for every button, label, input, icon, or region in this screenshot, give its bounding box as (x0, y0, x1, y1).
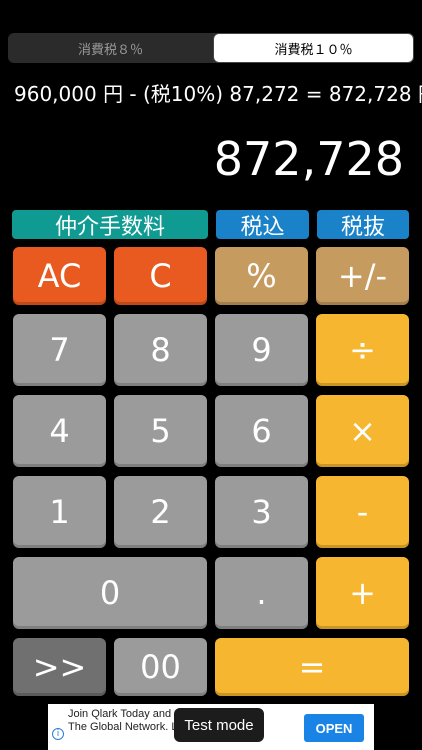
ad-open-button[interactable]: OPEN (304, 714, 364, 742)
info-icon[interactable]: i (52, 728, 64, 740)
tax-8-tab[interactable]: 消費税８％ (8, 33, 213, 63)
plus-button[interactable]: + (316, 557, 409, 629)
decimal-point-button[interactable]: . (215, 557, 308, 629)
percent-button[interactable]: % (215, 247, 308, 305)
key-5[interactable]: 5 (114, 395, 207, 467)
key-6[interactable]: 6 (215, 395, 308, 467)
divide-button[interactable]: ÷ (316, 314, 409, 386)
result-display: 872,728 (213, 132, 404, 186)
tax-excluded-button[interactable]: 税抜 (317, 210, 409, 240)
key-2[interactable]: 2 (114, 476, 207, 548)
key-3[interactable]: 3 (215, 476, 308, 548)
tax-included-button[interactable]: 税込 (216, 210, 309, 240)
equals-button[interactable]: = (215, 638, 409, 696)
calculation-formula: 960,000 円 - (税10%) 87,272 = 872,728 円 (14, 82, 422, 106)
key-8[interactable]: 8 (114, 314, 207, 386)
key-4[interactable]: 4 (13, 395, 106, 467)
all-clear-button[interactable]: AC (13, 247, 106, 305)
tax-rate-selector: 消費税８％ 消費税１０％ (8, 33, 414, 63)
tax-10-tab[interactable]: 消費税１０％ (213, 33, 414, 63)
test-mode-toast: Test mode (174, 708, 264, 742)
key-1[interactable]: 1 (13, 476, 106, 548)
commission-button[interactable]: 仲介手数料 (12, 210, 208, 240)
sign-toggle-button[interactable]: +/- (316, 247, 409, 305)
minus-button[interactable]: - (316, 476, 409, 548)
clear-button[interactable]: C (114, 247, 207, 305)
key-9[interactable]: 9 (215, 314, 308, 386)
double-zero-button[interactable]: 00 (114, 638, 207, 696)
key-0[interactable]: 0 (13, 557, 207, 629)
multiply-button[interactable]: × (316, 395, 409, 467)
key-7[interactable]: 7 (13, 314, 106, 386)
shift-button[interactable]: >> (13, 638, 106, 696)
